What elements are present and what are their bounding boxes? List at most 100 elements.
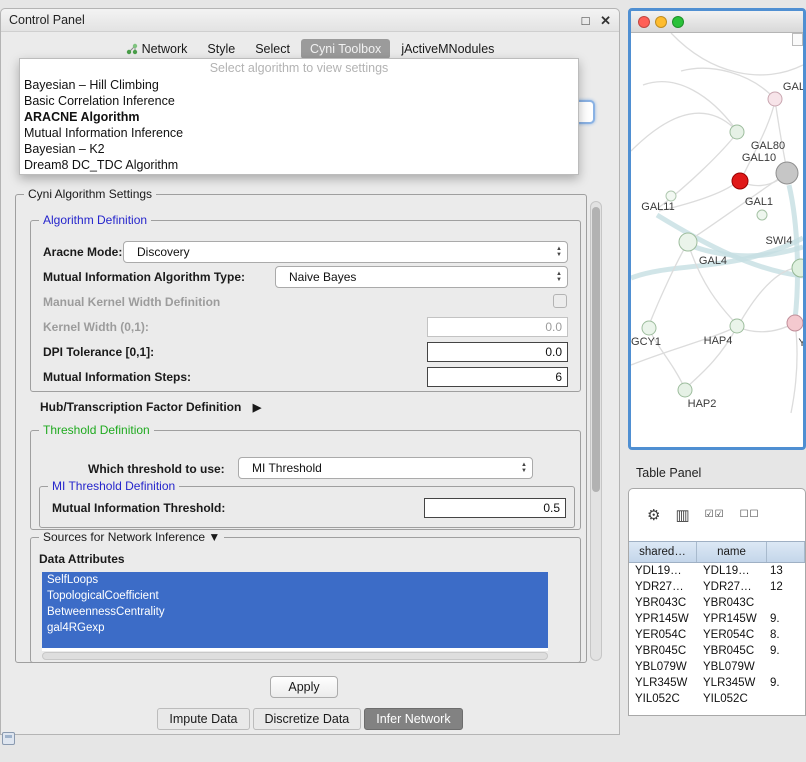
table-row[interactable]: YDL19…YDL19…13	[629, 563, 805, 579]
network-node-label: HAP2	[688, 398, 717, 410]
table-row[interactable]: YDR27…YDR27…12	[629, 579, 805, 595]
combo-arrows-icon: ▲▼	[521, 462, 527, 474]
network-edge[interactable]	[643, 82, 737, 131]
manual-kernel-checkbox[interactable]	[553, 294, 567, 308]
table-cell: YBR045C	[697, 643, 767, 659]
tab-discretize-data[interactable]: Discretize Data	[253, 708, 362, 730]
tab-style[interactable]: Style	[198, 39, 244, 59]
table-row[interactable]: YPR145WYPR145W9.	[629, 611, 805, 627]
settings-gear-icon[interactable]: ⚙	[647, 508, 660, 523]
table-cell: YER054C	[697, 627, 767, 643]
column-header-name[interactable]: name	[697, 542, 767, 562]
column-header-extra[interactable]	[767, 542, 805, 562]
network-edge[interactable]	[738, 323, 794, 332]
kernel-width-input[interactable]	[427, 317, 568, 337]
minimize-traffic-light-icon[interactable]	[655, 16, 667, 28]
columns-icon[interactable]: ▥	[675, 508, 689, 523]
tab-infer-network[interactable]: Infer Network	[364, 708, 462, 730]
data-attributes-list[interactable]: SelfLoopsTopologicalCoefficientBetweenne…	[42, 572, 548, 651]
hub-definition-label: Hub/Transcription Factor Definition	[40, 400, 241, 414]
table-row[interactable]: YBR043CYBR043C	[629, 595, 805, 611]
network-node[interactable]	[642, 321, 656, 335]
select-all-checkboxes-icon[interactable]: ☑☑	[705, 510, 725, 520]
apply-button[interactable]: Apply	[270, 676, 338, 698]
tab-label: Cyni Toolbox	[310, 42, 381, 56]
tab-cyni-toolbox[interactable]: Cyni Toolbox	[301, 39, 390, 59]
network-node[interactable]	[757, 210, 767, 220]
network-node[interactable]	[768, 92, 782, 106]
network-node[interactable]	[679, 233, 697, 251]
mi-threshold-group: MI Threshold Definition Mutual Informati…	[39, 486, 575, 528]
table-row[interactable]: YIL052CYIL052C	[629, 691, 805, 707]
table-cell: YBL079W	[697, 659, 767, 675]
close-traffic-light-icon[interactable]	[638, 16, 650, 28]
close-window-icon[interactable]: ✕	[600, 13, 611, 28]
attribute-item[interactable]	[42, 636, 548, 648]
network-node[interactable]	[787, 315, 803, 331]
aracne-mode-label: Aracne Mode:	[43, 245, 122, 259]
minimized-panel-icon[interactable]	[2, 732, 15, 745]
cyni-bottom-tabs: Impute Data Discretize Data Infer Networ…	[1, 708, 619, 730]
column-header-shared[interactable]: shared…	[629, 542, 697, 562]
table-cell	[767, 691, 805, 707]
aracne-mode-value: Discovery	[137, 245, 190, 259]
combo-arrows-icon: ▲▼	[556, 271, 562, 283]
algorithm-option[interactable]: ARACNE Algorithm	[20, 109, 578, 125]
dpi-tolerance-input[interactable]	[427, 342, 568, 362]
network-edge[interactable]	[649, 244, 687, 325]
network-node[interactable]	[776, 162, 798, 184]
mi-type-select[interactable]: Naive Bayes ▲▼	[275, 266, 568, 288]
attribute-item[interactable]: TopologicalCoefficient	[42, 588, 548, 604]
sources-group-title[interactable]: Sources for Network Inference ▼	[39, 530, 224, 544]
zoom-traffic-light-icon[interactable]	[672, 16, 684, 28]
algorithm-option[interactable]: Dream8 DC_TDC Algorithm	[20, 157, 578, 173]
network-edge[interactable]	[775, 100, 787, 171]
attribute-item[interactable]: BetweennessCentrality	[42, 604, 548, 620]
network-node[interactable]	[678, 383, 692, 397]
mi-steps-input[interactable]	[427, 367, 568, 387]
network-edge[interactable]	[791, 322, 797, 413]
network-canvas[interactable]: GAL7GAL80GAL10GAL11GAL1SWI4GAL4GCY1HAP4H…	[631, 33, 803, 447]
table-row[interactable]: YLR345WYLR345W9.	[629, 675, 805, 691]
table-row[interactable]: YBL079WYBL079W	[629, 659, 805, 675]
which-threshold-value: MI Threshold	[252, 461, 322, 475]
table-row[interactable]: YBR045CYBR045C9.	[629, 643, 805, 659]
settings-scrollbar[interactable]	[590, 201, 602, 661]
network-edge[interactable]	[631, 113, 736, 151]
attribute-item[interactable]: gal4RGexp	[42, 620, 548, 636]
which-threshold-select[interactable]: MI Threshold ▲▼	[238, 457, 533, 479]
network-scrollbar[interactable]	[792, 33, 803, 46]
mi-threshold-input[interactable]	[424, 498, 566, 518]
tab-network[interactable]: Network	[117, 39, 197, 59]
control-panel-tabs: Network Style Select Cyni Toolbox jActiv…	[1, 39, 619, 59]
table-row[interactable]: YER054CYER054C8.	[629, 627, 805, 643]
table-cell: YDR27…	[697, 579, 767, 595]
network-edge[interactable]	[681, 68, 775, 99]
network-node[interactable]	[730, 125, 744, 139]
algorithm-option[interactable]: Bayesian – Hill Climbing	[20, 77, 578, 93]
algorithm-option[interactable]: Mutual Information Inference	[20, 125, 578, 141]
network-node-label: GAL7	[783, 81, 803, 93]
table-cell: 13	[767, 563, 805, 579]
algorithm-option[interactable]: Bayesian – K2	[20, 141, 578, 157]
network-node[interactable]	[732, 173, 748, 189]
tab-jactivemnodules[interactable]: jActiveMNodules	[392, 39, 503, 59]
algorithm-option[interactable]: Basic Correlation Inference	[20, 93, 578, 109]
deselect-all-checkboxes-icon[interactable]: ☐☐	[740, 510, 760, 520]
table-cell: YLR345W	[697, 675, 767, 691]
attribute-item[interactable]: SelfLoops	[42, 572, 548, 588]
tab-impute-data[interactable]: Impute Data	[157, 708, 249, 730]
table-cell: YDL19…	[629, 563, 697, 579]
mi-steps-label: Mutual Information Steps:	[43, 370, 191, 384]
table-panel-title: Table Panel	[636, 466, 701, 480]
tab-select[interactable]: Select	[246, 39, 299, 59]
algorithm-definition-group: Algorithm Definition Aracne Mode: Discov…	[30, 220, 581, 392]
hub-definition-toggle[interactable]: Hub/Transcription Factor Definition ▶	[40, 400, 261, 414]
network-node[interactable]	[666, 191, 676, 201]
network-node-label: GAL11	[641, 201, 674, 213]
settings-scrollbar-thumb[interactable]	[592, 207, 600, 492]
network-node[interactable]	[730, 319, 744, 333]
aracne-mode-select[interactable]: Discovery ▲▼	[123, 241, 568, 263]
attributes-horizontal-scrollbar[interactable]	[42, 652, 548, 660]
float-window-icon[interactable]: □	[582, 13, 590, 28]
